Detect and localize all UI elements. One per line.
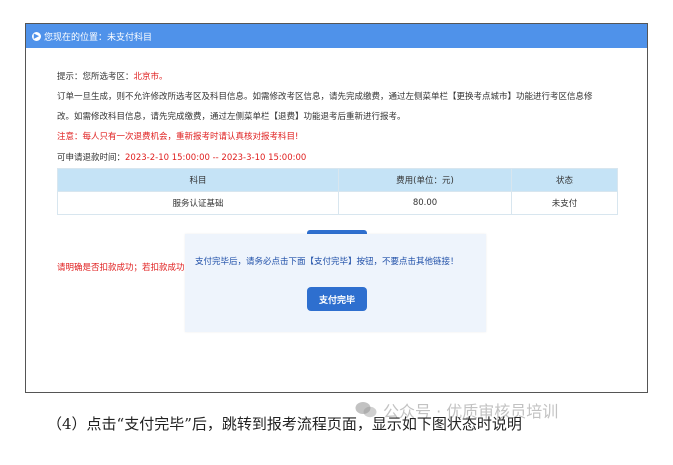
hint-text: 提示：您所选考区： [57,72,134,82]
order-line-1: 订单一旦生成，则不允许修改所选考区及科目信息。如需修改考区信息，请先完成缴费，通… [57,92,593,102]
popup-message: 支付完毕后，请务必点击下面【支付完毕】按钮，不要点击其他链接！ [195,257,459,267]
payment-complete-button[interactable]: 支付完毕 [307,287,367,311]
caption-text: （4）点击“支付完毕”后，跳转到报考流程页面，显示如下图状态时说明 [47,415,522,433]
cell-subject: 服务认证基础 [57,191,339,215]
cell-fee: 80.00 [338,191,512,215]
breadcrumb-bar: ▶ 您现在的位置：未支付科目 [26,24,647,48]
refund-line: 可申请退款时间：2023-2-10 15:00:00 -- 2023-3-10 … [57,151,306,163]
attention-text: 注意：每人只有一次退费机会，重新报考时请认真核对报考科目! [57,132,299,142]
cell-status: 未支付 [511,191,618,215]
col-fee: 费用(单位：元) [338,168,512,192]
refund-label: 可申请退款时间： [57,153,126,163]
screenshot-frame: ▶ 您现在的位置：未支付科目 提示：您所选考区：北京市。 订单一旦生成，则不允许… [25,23,648,393]
col-subject: 科目 [57,168,339,192]
table-row: 服务认证基础 80.00 未支付 [57,191,618,215]
subject-table: 科目 费用(单位：元) 状态 服务认证基础 80.00 未支付 [57,168,618,215]
refund-range: 2023-2-10 15:00:00 -- 2023-3-10 15:00:00 [125,153,307,163]
col-status: 状态 [511,168,618,192]
payment-popup: 支付完毕后，请务必点击下面【支付完毕】按钮，不要点击其他链接！ 支付完毕 [185,234,486,332]
hint-city: 北京市。 [133,72,168,82]
breadcrumb: 您现在的位置：未支付科目 [44,32,153,43]
table-header-row: 科目 费用(单位：元) 状态 [57,168,618,192]
location-icon: ▶ [32,31,41,41]
order-line-2: 改。如需修改科目信息，请先完成缴费，通过左侧菜单栏【退费】功能退考后重新进行报考… [57,112,406,122]
hint-line: 提示：您所选考区：北京市。 [57,70,168,82]
warning-text: 请明确是否扣款成功；若扣款成功 [57,263,185,273]
